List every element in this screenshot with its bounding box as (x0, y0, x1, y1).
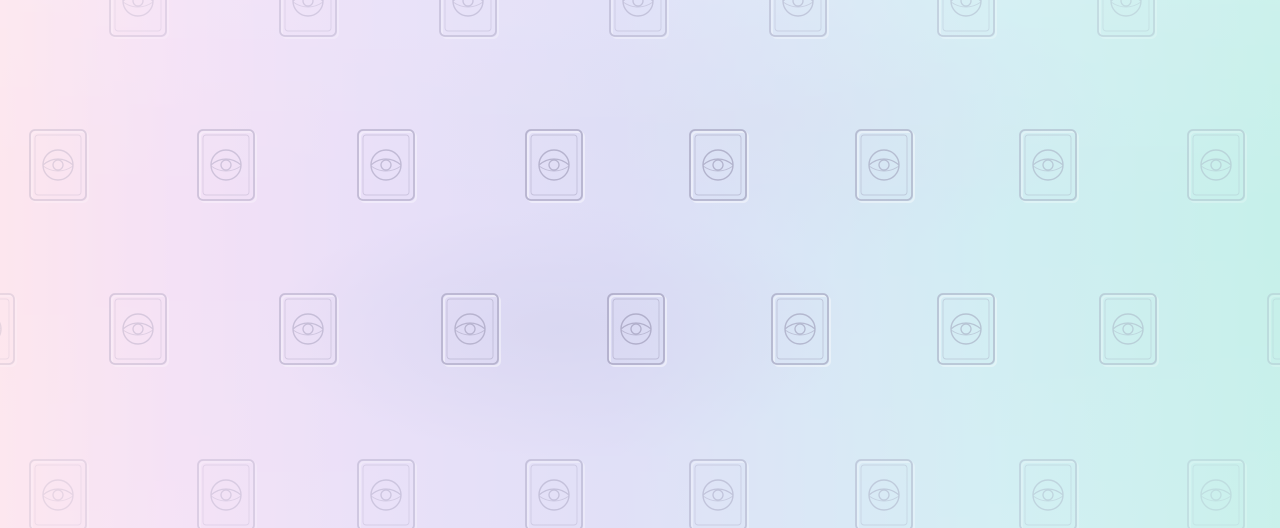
card-sleeve-pokeball-icon (196, 458, 258, 528)
card-sleeve-pokeball-icon (608, 0, 670, 40)
card-sleeve-pokeball-icon (1266, 292, 1280, 368)
card-sleeve-pokeball-icon (854, 458, 916, 528)
card-sleeve-pokeball-icon (1098, 292, 1160, 368)
card-sleeve-pokeball-icon (196, 128, 258, 204)
card-sleeve-pokeball-icon (524, 458, 586, 528)
card-sleeve-pokeball-icon (770, 292, 832, 368)
card-sleeve-pokeball-icon (28, 458, 90, 528)
card-sleeve-pokeball-icon (440, 292, 502, 368)
card-sleeve-pokeball-icon (28, 128, 90, 204)
card-sleeve-pokeball-icon (356, 128, 418, 204)
card-sleeve-pokeball-icon (688, 128, 750, 204)
card-sleeve-pokeball-icon (854, 128, 916, 204)
card-sleeve-pokeball-icon (606, 292, 668, 368)
card-sleeve-pokeball-icon (438, 0, 500, 40)
card-sleeve-pokeball-icon (108, 292, 170, 368)
embossed-card-background (0, 0, 1280, 528)
card-sleeve-pokeball-icon (1018, 458, 1080, 528)
card-sleeve-pokeball-icon (688, 458, 750, 528)
card-sleeve-pokeball-icon (278, 0, 340, 40)
card-sleeve-pokeball-icon (108, 0, 170, 40)
card-sleeve-pokeball-icon (1096, 0, 1158, 40)
card-sleeve-pokeball-icon (356, 458, 418, 528)
card-sleeve-pokeball-icon (524, 128, 586, 204)
card-sleeve-pokeball-icon (936, 0, 998, 40)
card-sleeve-pokeball-icon (1018, 128, 1080, 204)
card-sleeve-pokeball-icon (1186, 458, 1248, 528)
card-pattern (0, 0, 1280, 528)
card-sleeve-pokeball-icon (936, 292, 998, 368)
card-sleeve-pokeball-icon (768, 0, 830, 40)
card-sleeve-pokeball-icon (0, 292, 18, 368)
card-sleeve-pokeball-icon (278, 292, 340, 368)
card-sleeve-pokeball-icon (1186, 128, 1248, 204)
